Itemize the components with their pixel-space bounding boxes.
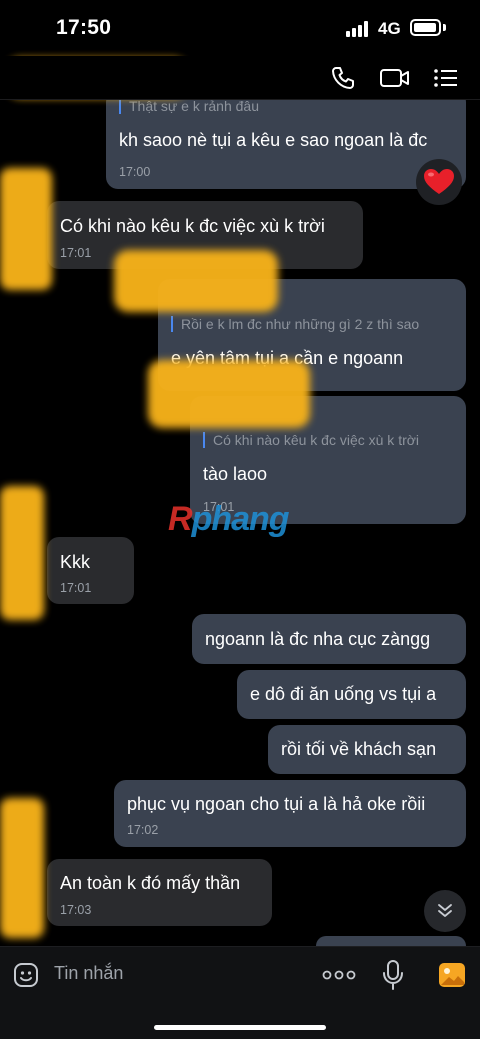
status-bar: 17:50 4G bbox=[0, 0, 480, 56]
heart-reaction-icon[interactable] bbox=[416, 159, 462, 205]
message-time: 17:03 bbox=[60, 903, 92, 917]
message-bubble[interactable]: rồi tối về khách sạn bbox=[268, 725, 466, 774]
message-input[interactable]: Tin nhắn bbox=[54, 963, 123, 984]
quoted-message: Rồi e k lm đc như những gì 2 z thì sao bbox=[171, 316, 454, 332]
message-text: An toàn k đó mấy thần bbox=[60, 873, 241, 893]
quoted-message: Có khi nào kêu k đc việc xù k trời bbox=[203, 432, 454, 448]
privacy-blur bbox=[0, 798, 44, 938]
list-menu-icon[interactable] bbox=[432, 64, 460, 92]
message-bubble[interactable]: Kkk 17:01 bbox=[47, 537, 134, 604]
message-text: Kkk bbox=[60, 552, 91, 572]
privacy-blur bbox=[114, 250, 278, 312]
microphone-icon[interactable] bbox=[382, 959, 404, 991]
message-text: tào laoo bbox=[203, 464, 268, 484]
watermark-logo: Rphang bbox=[168, 500, 290, 538]
privacy-blur bbox=[0, 168, 52, 290]
message-text: ngoann là đc nha cục zàngg bbox=[205, 629, 431, 649]
message-text: rồi tối về khách sạn bbox=[281, 739, 437, 759]
double-chevron-down-icon bbox=[438, 904, 452, 917]
message-time: 17:01 bbox=[60, 246, 92, 260]
signal-strength-icon bbox=[346, 21, 372, 37]
message-bubble[interactable]: phục vụ ngoan cho tụi a là hả oke rồii 1… bbox=[114, 780, 466, 847]
message-text: phục vụ ngoan cho tụi a là hả oke rồii bbox=[127, 794, 426, 814]
message-bubble[interactable]: e dô đi ăn uống vs tụi a bbox=[237, 670, 466, 719]
privacy-blur bbox=[148, 360, 310, 428]
gallery-image-icon[interactable] bbox=[437, 960, 467, 990]
quoted-message: Thật sự e k rảnh đâu bbox=[119, 98, 454, 114]
home-indicator bbox=[154, 1025, 326, 1030]
phone-icon[interactable] bbox=[329, 64, 357, 92]
chat-header bbox=[0, 56, 480, 100]
more-options-icon[interactable] bbox=[322, 965, 356, 985]
message-time: 17:00 bbox=[119, 165, 151, 179]
message-text: e dô đi ăn uống vs tụi a bbox=[250, 684, 437, 704]
status-time: 17:50 bbox=[56, 16, 112, 39]
video-call-icon[interactable] bbox=[379, 64, 411, 92]
sticker-icon[interactable] bbox=[12, 961, 40, 989]
message-bubble[interactable]: ngoann là đc nha cục zàngg bbox=[192, 614, 466, 664]
message-bubble[interactable]: An toàn k đó mấy thần 17:03 bbox=[47, 859, 272, 926]
message-time: 17:02 bbox=[127, 823, 159, 837]
message-text: Có khi nào kêu k đc việc xù k trời bbox=[60, 216, 325, 236]
message-time: 17:01 bbox=[60, 581, 92, 595]
network-type: 4G bbox=[378, 19, 401, 38]
message-bubble[interactable]: Thật sự e k rảnh đâu kh saoo nè tụi a kê… bbox=[106, 90, 466, 189]
scroll-to-bottom-button[interactable] bbox=[424, 890, 466, 932]
message-text: kh saoo nè tụi a kêu e sao ngoan là đc bbox=[119, 130, 428, 150]
battery-icon bbox=[410, 19, 441, 36]
privacy-blur bbox=[0, 486, 44, 620]
